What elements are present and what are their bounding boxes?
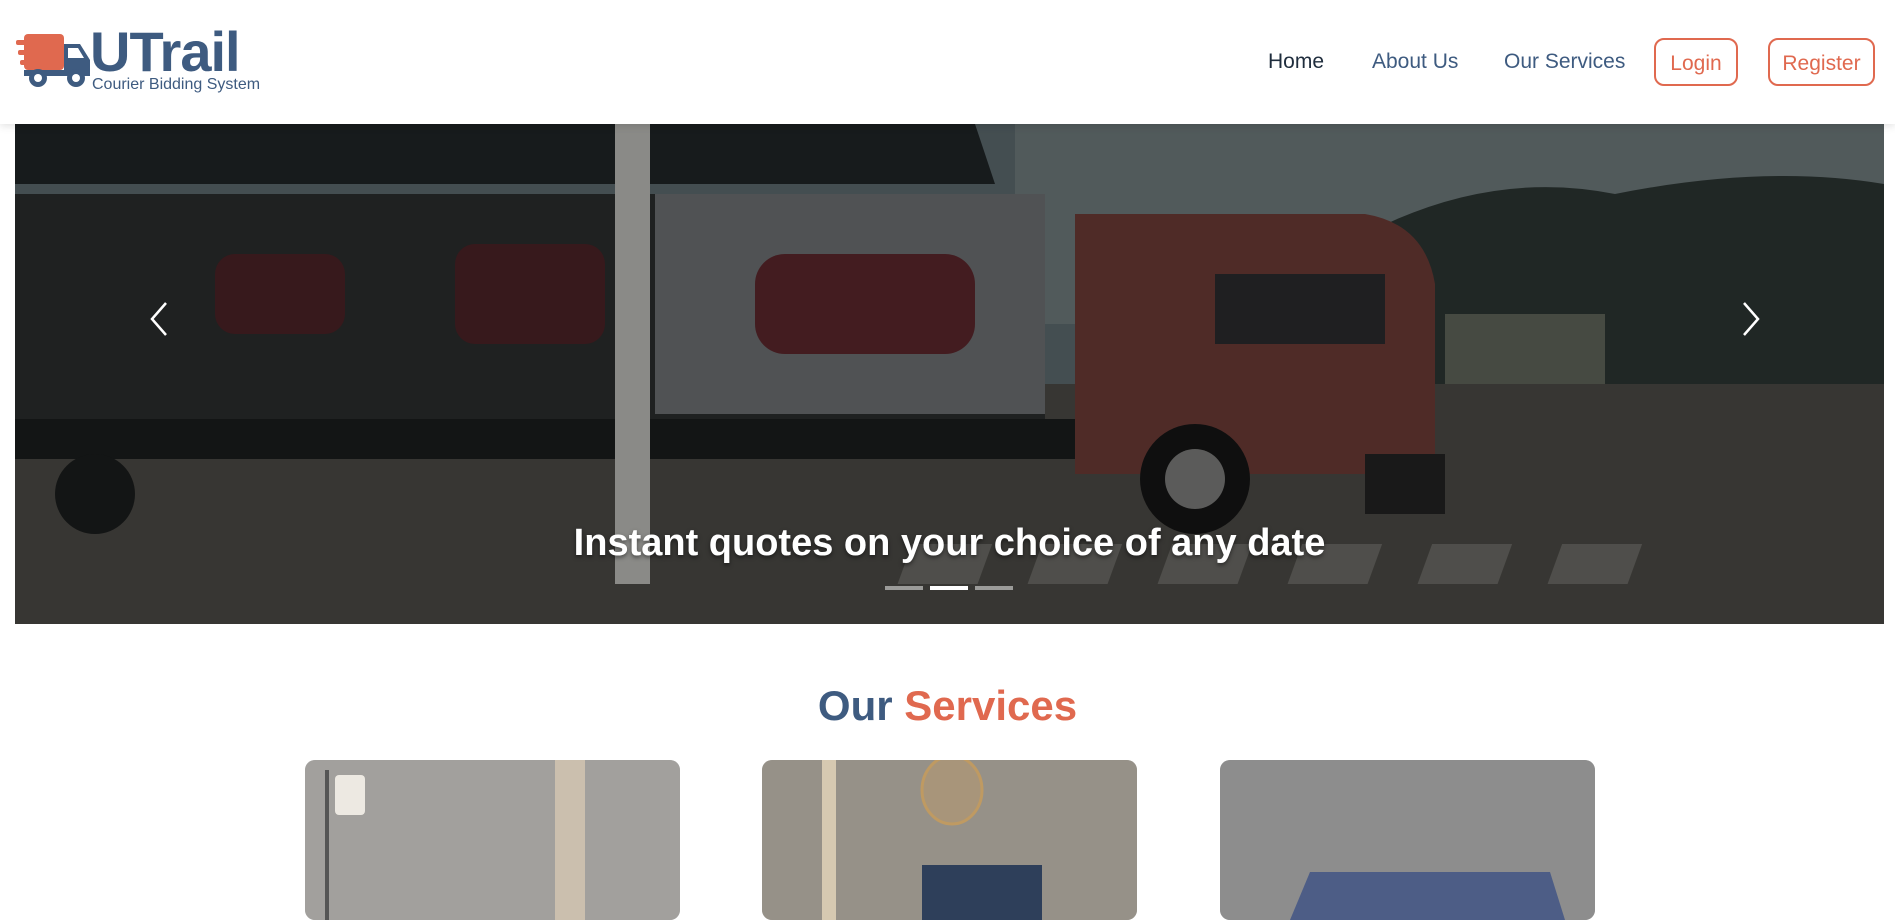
service-card[interactable] [305,760,680,920]
chevron-right-icon[interactable] [1730,289,1770,349]
register-button[interactable]: Register [1768,38,1875,86]
services-heading-part2: Services [904,682,1078,729]
login-button[interactable]: Login [1654,38,1738,86]
brand-tagline: Courier Bidding System [92,76,261,93]
service-card-image [305,760,680,920]
hero-carousel: Instant quotes on your choice of any dat… [15,124,1884,624]
service-card-image [1220,760,1595,920]
services-heading: Our Services [0,682,1895,730]
carousel-indicator[interactable] [975,586,1013,590]
service-card[interactable] [762,760,1137,920]
service-card-image [762,760,1137,920]
site-header: UTrail Courier Bidding System Home About… [0,0,1895,124]
nav-services-link[interactable]: Our Services [1504,50,1625,74]
carousel-indicator[interactable] [930,586,968,590]
carousel-caption: Instant quotes on your choice of any dat… [573,522,1326,564]
carousel-indicator[interactable] [885,586,923,590]
brand-logo[interactable]: UTrail Courier Bidding System [16,20,260,100]
nav-home-link[interactable]: Home [1268,50,1324,74]
nav-about-link[interactable]: About Us [1372,50,1458,74]
service-card[interactable] [1220,760,1595,920]
brand-name: UTrail [90,20,241,83]
services-heading-part1: Our [817,682,893,729]
chevron-left-icon[interactable] [140,289,180,349]
truck-icon [16,34,90,87]
